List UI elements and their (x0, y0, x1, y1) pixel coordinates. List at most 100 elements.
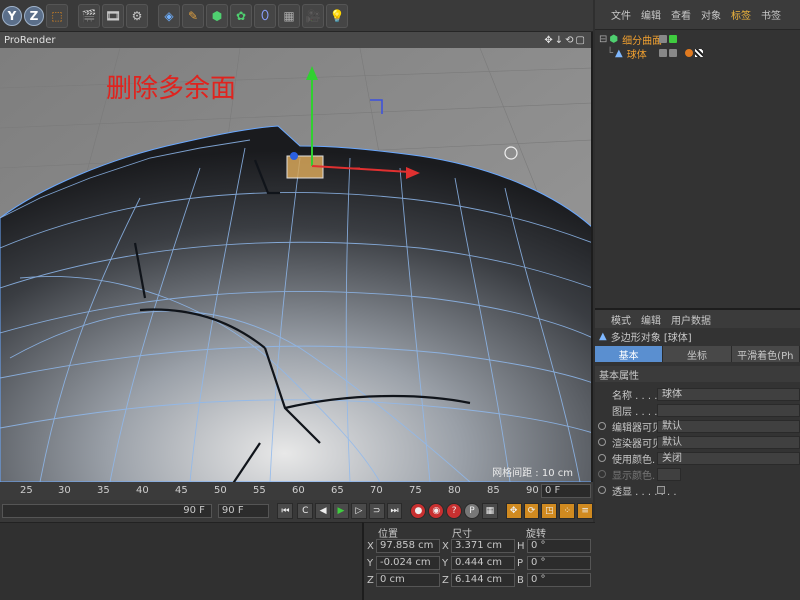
record-keys-button[interactable]: ● (410, 503, 427, 519)
auto-key-button[interactable]: ◉ (428, 503, 445, 519)
tick-label: 75 (409, 485, 422, 496)
position-x-field[interactable]: 97.858 cm (376, 539, 440, 553)
play-button[interactable]: ▶ (333, 503, 349, 519)
attr-row-display-color: 显示颜色. . . . (595, 466, 800, 482)
keyframe-selection-button[interactable]: ? (446, 503, 463, 519)
editor-visible-dropdown[interactable]: 默认 (657, 419, 800, 433)
attribute-object-title: 多边形对象 [球体] (610, 332, 692, 344)
gizmo-z-axis[interactable] (290, 152, 298, 160)
light-button[interactable]: 💡 (326, 3, 348, 28)
position-y-field[interactable]: -0.024 cm (376, 556, 440, 570)
camera-button[interactable]: 🎥 (302, 3, 324, 28)
visibility-flags[interactable] (659, 35, 677, 43)
pen-spline-button[interactable]: ✎ (182, 3, 204, 28)
animate-radio[interactable] (598, 470, 606, 478)
render-settings-button[interactable]: ⚙ (126, 3, 148, 28)
rotate-key-button[interactable]: ⟳ (523, 503, 540, 519)
point-level-button[interactable]: ⁘ (559, 503, 576, 519)
preview-range-slider[interactable]: 90 F (2, 504, 212, 518)
visibility-flags[interactable] (659, 49, 677, 57)
prev-keyframe-button[interactable]: C (297, 503, 314, 519)
xray-checkbox[interactable] (657, 486, 665, 494)
rotation-p-field[interactable]: 0 ° (527, 556, 591, 570)
object-row-subdivision[interactable]: ⊟ ⬢ 细分曲面 (595, 32, 800, 47)
go-to-end-button[interactable]: ⏭ (386, 503, 403, 519)
material-manager[interactable] (0, 522, 362, 600)
layer-field[interactable] (657, 403, 800, 417)
animate-radio[interactable] (598, 422, 606, 430)
attr-label: 图层 . . . . . . . (612, 406, 677, 418)
timeline-menu-button[interactable]: ≡ (577, 503, 594, 519)
menu-mode[interactable]: 模式 (611, 312, 631, 327)
coord-row-z: Z 0 cm Z 6.144 cm B 0 ° (364, 572, 595, 589)
floor-button[interactable]: ▦ (278, 3, 300, 28)
subdivision-icon: ⬢ (211, 8, 223, 23)
go-to-start-button[interactable]: ⏮ (277, 503, 294, 519)
display-color-swatch[interactable] (657, 467, 681, 481)
deformer-button[interactable]: ⬯ (254, 3, 276, 28)
size-x-field[interactable]: 3.371 cm (451, 539, 515, 553)
render-picture-viewer-button[interactable]: 🎞 (102, 3, 124, 28)
object-name[interactable]: 细分曲面 (622, 32, 662, 47)
key-selection-icon: ? (451, 506, 457, 516)
key-parameters-button[interactable]: P (464, 503, 480, 519)
size-y-field[interactable]: 0.444 cm (451, 556, 515, 570)
axis-label: Y (442, 558, 449, 569)
menu-tags[interactable]: 标签 (731, 7, 751, 22)
menu-bookmarks[interactable]: 书签 (761, 7, 781, 22)
max-frame-field[interactable]: 90 F (217, 504, 270, 518)
subdivision-surface-button[interactable]: ⬢ (206, 3, 228, 28)
pla-button[interactable]: ▦ (481, 503, 498, 519)
menu-objects[interactable]: 对象 (701, 7, 721, 22)
menu-edit[interactable]: 编辑 (641, 312, 661, 327)
move-key-button[interactable]: ✥ (505, 503, 522, 519)
z-axis-lock-button[interactable]: Z (24, 5, 44, 26)
attr-label: 渲染器可见 (612, 438, 662, 450)
sphere-mesh[interactable] (0, 125, 593, 482)
timeline-ruler[interactable]: 25 30 35 40 45 50 55 60 65 70 75 80 85 9… (0, 482, 593, 500)
y-axis-lock-button[interactable]: Y (2, 5, 22, 26)
rotation-h-field[interactable]: 0 ° (527, 539, 591, 553)
scale-key-button[interactable]: ◳ (541, 503, 558, 519)
use-color-dropdown[interactable]: 关闭 (657, 451, 800, 465)
skip-start-icon: ⏮ (281, 506, 290, 516)
viewport-canvas[interactable] (0, 48, 593, 482)
menu-file[interactable]: 文件 (611, 7, 631, 22)
attr-row-use-color: 使用颜色. . . . 关闭 (595, 450, 800, 466)
size-z-field[interactable]: 6.144 cm (451, 573, 515, 587)
object-tags[interactable] (685, 49, 703, 57)
world-coordinate-button[interactable]: ⬚ (46, 3, 68, 28)
attr-label: 透显 . . . . . . . (612, 486, 677, 498)
skip-end-icon: ⏭ (390, 506, 399, 516)
cube-primitive-button[interactable]: ◈ (158, 3, 180, 28)
position-z-field[interactable]: 0 cm (376, 573, 440, 587)
next-frame-button[interactable]: ▷ (350, 503, 367, 519)
tab-basic[interactable]: 基本 (595, 346, 664, 362)
prev-frame-button[interactable]: ◀ (315, 503, 332, 519)
next-keyframe-button[interactable]: ⊃ (368, 503, 385, 519)
object-row-sphere[interactable]: └ ▲ 球体 (595, 46, 800, 61)
menu-edit[interactable]: 编辑 (641, 7, 661, 22)
object-name[interactable]: 球体 (627, 46, 647, 61)
animate-radio[interactable] (598, 454, 606, 462)
scale-icon: ◳ (545, 506, 554, 516)
material-tag-icon[interactable] (695, 49, 703, 57)
menu-user-data[interactable]: 用户数据 (671, 312, 711, 327)
animate-radio[interactable] (598, 486, 606, 494)
render-view-button[interactable]: 🎬 (78, 3, 100, 28)
menu-view[interactable]: 查看 (671, 7, 691, 22)
tab-coordinates[interactable]: 坐标 (663, 346, 732, 362)
render-visible-dropdown[interactable]: 默认 (657, 435, 800, 449)
current-frame-field[interactable]: 0 F (541, 484, 591, 498)
phong-tag-icon[interactable] (685, 49, 693, 57)
viewport[interactable]: ProRender ✥↓⟲▢ 删除多余面 网格间距: 10 cm (0, 32, 593, 482)
tick-label: 50 (214, 485, 227, 496)
animate-radio[interactable] (598, 438, 606, 446)
tree-collapse-icon[interactable]: ⊟ (599, 34, 607, 45)
clapperboard-icon: 🎬 (81, 8, 97, 23)
name-field[interactable]: 球体 (657, 387, 800, 401)
viewport-nav-icons[interactable]: ✥↓⟲▢ (544, 35, 587, 46)
cloner-button[interactable]: ✿ (230, 3, 252, 28)
rotation-b-field[interactable]: 0 ° (527, 573, 591, 587)
tab-phong[interactable]: 平滑着色(Ph (731, 346, 800, 362)
